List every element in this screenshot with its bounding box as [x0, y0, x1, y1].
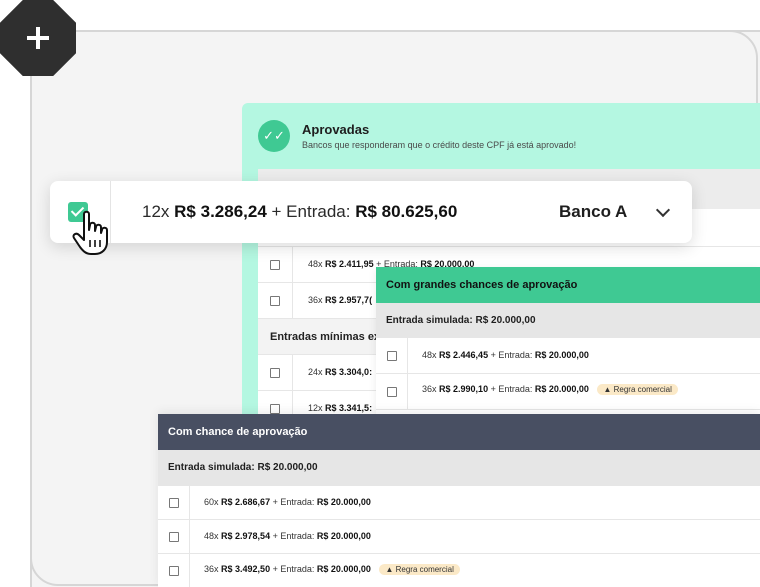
installments: 60x: [204, 497, 219, 507]
row-checkbox[interactable]: [270, 260, 280, 270]
plus-icon-badge[interactable]: [0, 0, 76, 76]
installment-value: R$ 3.304,0:: [325, 367, 373, 377]
row-offer: 24x R$ 3.304,0:: [308, 367, 372, 377]
row-checkbox[interactable]: [169, 532, 179, 542]
chevron-down-icon[interactable]: [655, 202, 671, 218]
check-circle-icon: ✓✓: [258, 120, 290, 152]
installment-value: R$ 2.411,95: [325, 259, 374, 269]
approved-title: Aprovadas: [302, 122, 370, 137]
row-divider: [189, 554, 190, 587]
table-row[interactable]: 60x R$ 2.686,67 + Entrada: R$ 20.000,00: [158, 486, 760, 520]
installment-value: R$ 3.341,5:: [325, 403, 373, 413]
row-checkbox[interactable]: [387, 351, 397, 361]
approved-header: ✓✓ Aprovadas Bancos que responderam que …: [242, 103, 760, 169]
rule-badge: ▲ Regra comercial: [379, 564, 460, 575]
high-chance-title: Com grandes chances de aprovação: [376, 267, 760, 303]
row-offer: 36x R$ 2.957,7(: [308, 295, 372, 305]
selected-offer-card[interactable]: 12x R$ 3.286,24 + Entrada: R$ 80.625,60 …: [50, 181, 692, 243]
bank-name: Banco A: [559, 202, 628, 221]
high-chance-panel: Com grandes chances de aprovação Entrada…: [376, 267, 760, 415]
entrada-value: R$ 20.000,00: [534, 384, 589, 394]
row-divider: [407, 338, 408, 373]
row-checkbox[interactable]: [270, 368, 280, 378]
warning-icon: ▲: [603, 385, 612, 394]
row-checkbox[interactable]: [169, 566, 179, 576]
selected-offer: 12x R$ 3.286,24 + Entrada: R$ 80.625,60: [142, 202, 457, 222]
plus-icon-stroke: [36, 27, 40, 49]
row-divider: [292, 355, 293, 390]
row-divider: [292, 283, 293, 318]
simulated-entry: Entrada simulada: R$ 20.000,00: [158, 450, 760, 486]
rule-badge: ▲ Regra comercial: [597, 384, 678, 395]
installment-value: R$ 2.957,7(: [325, 295, 373, 305]
row-offer: 12x R$ 3.341,5:: [308, 403, 372, 413]
installments: 24x: [308, 367, 323, 377]
rule-badge-label: Regra comercial: [395, 565, 454, 574]
row-offer: 36x R$ 3.492,50 + Entrada: R$ 20.000,00 …: [204, 564, 460, 575]
entrada-label: + Entrada:: [490, 384, 533, 394]
row-offer: 48x R$ 2.978,54 + Entrada: R$ 20.000,00: [204, 531, 371, 541]
installment-value: R$ 2.990,10: [439, 384, 489, 394]
entrada-label: + Entrada:: [271, 202, 351, 221]
installment-value: R$ 2.446,45: [439, 350, 489, 360]
entrada-value: R$ 20.000,00: [316, 531, 371, 541]
row-checkbox[interactable]: [387, 387, 397, 397]
approved-subtitle: Bancos que responderam que o crédito des…: [302, 140, 577, 150]
chance-panel: Com chance de aprovação Entrada simulada…: [158, 414, 760, 587]
row-offer: 48x R$ 2.446,45 + Entrada: R$ 20.000,00: [422, 350, 589, 360]
installment-value: R$ 2.978,54: [221, 531, 271, 541]
rule-badge-label: Regra comercial: [613, 385, 672, 394]
entrada-value: R$ 80.625,60: [355, 202, 458, 221]
table-row[interactable]: 36x R$ 3.492,50 + Entrada: R$ 20.000,00 …: [158, 554, 760, 587]
entrada-value: R$ 20.000,00: [316, 564, 371, 574]
installments: 12x: [142, 202, 170, 221]
installments: 36x: [422, 384, 437, 394]
row-divider: [189, 520, 190, 553]
entrada-label: + Entrada:: [272, 564, 315, 574]
installments: 48x: [204, 531, 219, 541]
warning-icon: ▲: [385, 565, 394, 574]
row-offer: 60x R$ 2.686,67 + Entrada: R$ 20.000,00: [204, 497, 371, 507]
installment-value: R$ 3.286,24: [174, 202, 267, 221]
entrada-value: R$ 20.000,00: [316, 497, 371, 507]
row-offer: 36x R$ 2.990,10 + Entrada: R$ 20.000,00 …: [422, 384, 678, 395]
installments: 48x: [422, 350, 437, 360]
row-divider: [407, 374, 408, 409]
installment-value: R$ 3.492,50: [221, 564, 271, 574]
entrada-label: + Entrada:: [272, 497, 315, 507]
table-row[interactable]: 48x R$ 2.446,45 + Entrada: R$ 20.000,00: [376, 338, 760, 374]
row-checkbox[interactable]: [169, 498, 179, 508]
table-row[interactable]: 48x R$ 2.978,54 + Entrada: R$ 20.000,00: [158, 520, 760, 554]
installments: 12x: [308, 403, 323, 413]
row-checkbox[interactable]: [270, 404, 280, 414]
entrada-label: + Entrada:: [490, 350, 533, 360]
row-divider: [292, 247, 293, 282]
chance-title: Com chance de aprovação: [158, 414, 760, 450]
entrada-value: R$ 20.000,00: [534, 350, 589, 360]
installments: 36x: [204, 564, 219, 574]
simulated-entry: Entrada simulada: R$ 20.000,00: [376, 303, 760, 338]
entrada-label: + Entrada:: [272, 531, 315, 541]
row-checkbox[interactable]: [270, 296, 280, 306]
installments: 36x: [308, 295, 323, 305]
table-row[interactable]: 36x R$ 2.990,10 + Entrada: R$ 20.000,00 …: [376, 374, 760, 410]
installment-value: R$ 2.686,67: [221, 497, 271, 507]
hand-pointer-icon: [72, 210, 108, 255]
installments: 48x: [308, 259, 323, 269]
row-divider: [189, 486, 190, 519]
